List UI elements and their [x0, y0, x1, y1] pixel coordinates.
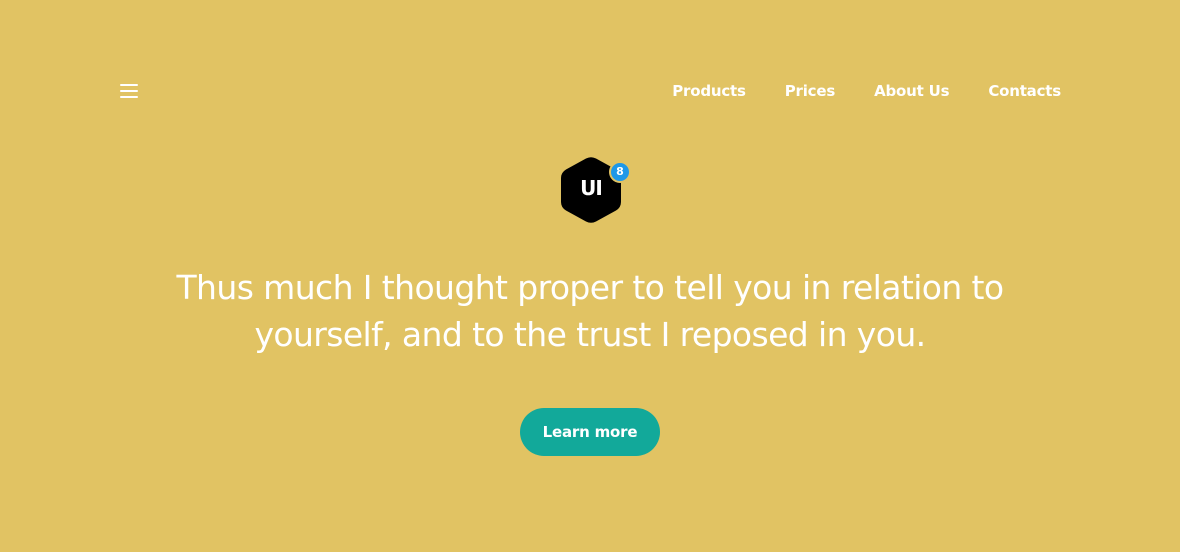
hamburger-menu-icon[interactable] — [120, 84, 138, 98]
nav-link-about-us[interactable]: About Us — [874, 82, 949, 100]
logo-badge: 8 — [609, 161, 631, 183]
nav-link-contacts[interactable]: Contacts — [988, 82, 1061, 100]
learn-more-button[interactable]: Learn more — [520, 408, 660, 456]
nav-links: Products Prices About Us Contacts — [672, 82, 1061, 100]
menu-line — [120, 90, 138, 92]
nav-link-products[interactable]: Products — [672, 82, 746, 100]
top-navigation: Products Prices About Us Contacts — [120, 78, 1061, 104]
hero-headline: Thus much I thought proper to tell you i… — [176, 268, 1005, 354]
menu-line — [120, 84, 138, 86]
ui8-logo[interactable]: UI 8 — [560, 156, 634, 224]
nav-link-prices[interactable]: Prices — [785, 82, 836, 100]
menu-line — [120, 96, 138, 98]
